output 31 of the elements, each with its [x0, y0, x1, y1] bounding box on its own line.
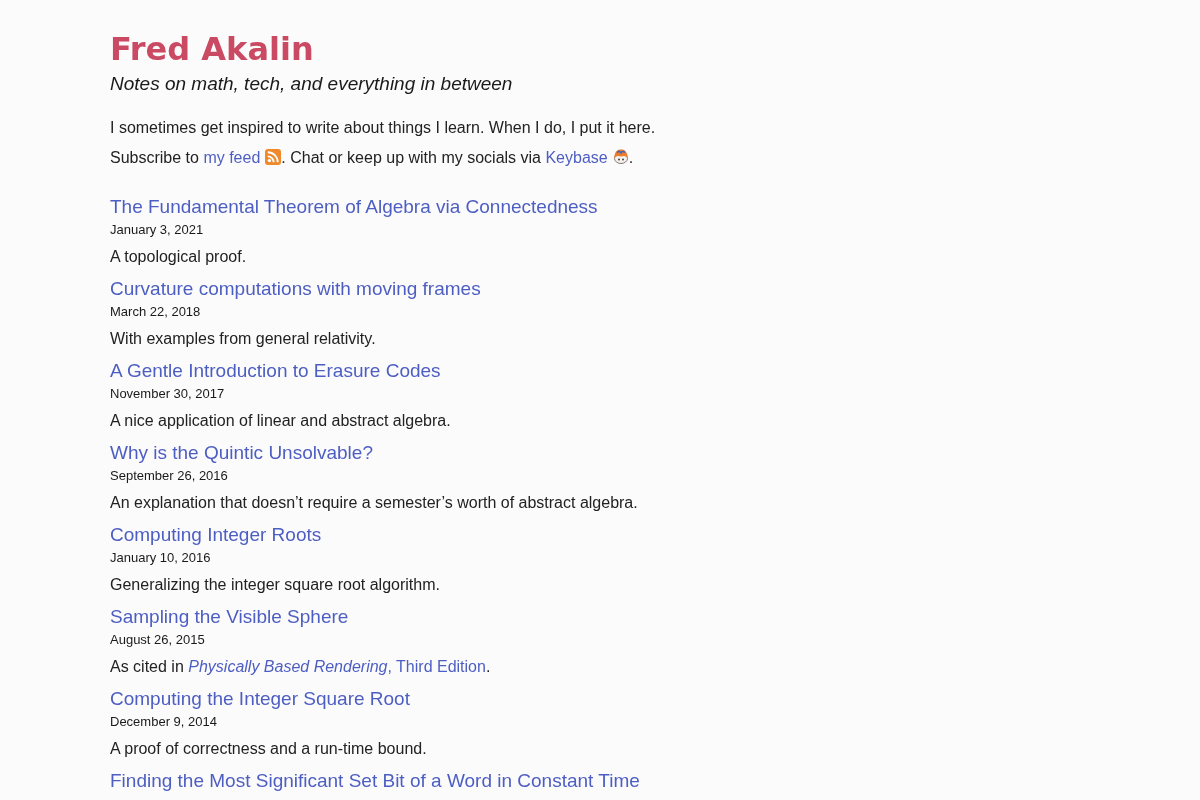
post-date: August 26, 2015 [110, 632, 205, 648]
post-title-link[interactable]: Finding the Most Significant Set Bit of a Word in Constant Time [110, 770, 640, 791]
text-link[interactable]: Physically Based Rendering, Third Edition [188, 658, 486, 675]
post-title-link[interactable]: Computing Integer Roots [110, 524, 322, 545]
rss-icon [265, 149, 282, 165]
site-title[interactable]: Fred Akalin [110, 30, 314, 68]
post-title-link[interactable]: A Gentle Introduction to Erasure Codes [110, 360, 441, 381]
post-date: November 30, 2017 [110, 386, 225, 402]
mascot-icon [612, 149, 629, 164]
text-link[interactable]: my feed [203, 149, 261, 166]
post-summary: As cited in Physically Based Rendering, Third Edition. [110, 657, 491, 677]
intro-paragraph: Subscribe to my feed . Chat or keep up with my socials via Keybase . [110, 148, 634, 168]
post-date: December 9, 2014 [110, 714, 217, 730]
site-tagline: Notes on math, tech, and everything in between [110, 72, 513, 96]
post-date: January 3, 2021 [110, 222, 204, 238]
post-summary: A topological proof. [110, 247, 247, 267]
post-summary: A proof of correctness and a run-time bound. [110, 739, 427, 759]
post-title-link[interactable]: Why is the Quintic Unsolvable? [110, 442, 373, 463]
post-title-link[interactable]: Computing the Integer Square Root [110, 688, 410, 709]
post-title-link[interactable]: Sampling the Visible Sphere [110, 606, 349, 627]
intro-paragraph: I sometimes get inspired to write about things I learn. When I do, I put it here. [110, 118, 656, 138]
post-title-link[interactable]: The Fundamental Theorem of Algebra via Connectedness [110, 196, 598, 217]
post-date: September 26, 2016 [110, 468, 228, 484]
post-date: January 10, 2016 [110, 550, 211, 566]
post-summary: With examples from general relativity. [110, 329, 376, 349]
text-link[interactable]: Keybase [545, 149, 608, 166]
post-summary: A nice application of linear and abstract algebra. [110, 411, 451, 431]
post-title-link[interactable]: Curvature computations with moving frames [110, 278, 481, 299]
post-summary: Generalizing the integer square root algorithm. [110, 575, 440, 595]
post-summary: An explanation that doesn’t require a semester’s worth of abstract algebra. [110, 493, 638, 513]
post-date: March 22, 2018 [110, 304, 201, 320]
